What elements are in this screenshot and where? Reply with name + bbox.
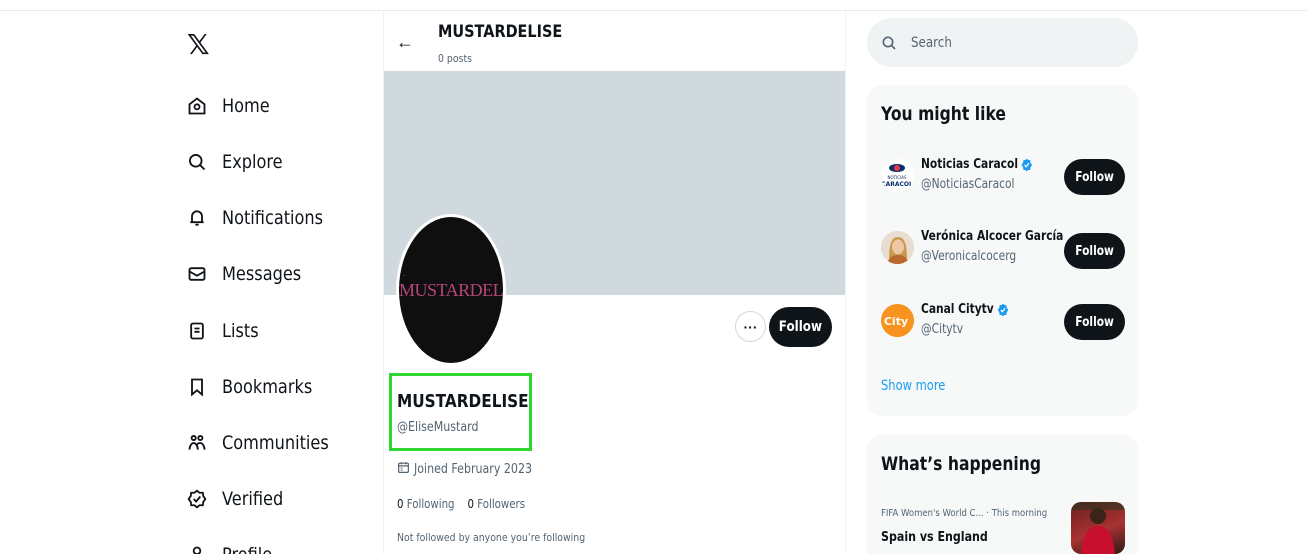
nav-item-bookmarks[interactable]: Bookmarks — [186, 371, 328, 403]
nav-label: Bookmarks — [222, 376, 313, 398]
search-input[interactable] — [911, 34, 1081, 51]
followers-count: 0 — [467, 497, 474, 511]
suggestion-name[interactable]: Noticias Caracol — [921, 157, 1033, 172]
nav-item-lists[interactable]: Lists — [186, 315, 265, 347]
follow-label: Follow — [1075, 243, 1114, 259]
suggestion-handle: @Citytv — [921, 322, 964, 337]
follow-button[interactable]: Follow — [769, 307, 832, 347]
suggestion-item[interactable]: Verónica Alcocer García @Veronicalcocerg… — [881, 229, 1131, 279]
person-icon — [186, 544, 208, 554]
followers-link[interactable]: 0 Followers — [467, 497, 525, 511]
follow-button-label: Follow — [778, 319, 823, 335]
header-title: MUSTARDELISE — [438, 22, 563, 42]
more-options-button[interactable]: ··· — [735, 311, 766, 342]
nav-label: Explore — [222, 151, 283, 173]
nav-label: Communities — [222, 432, 329, 454]
not-followed-note: Not followed by anyone you’re following — [397, 531, 586, 544]
trend-meta: FIFA Women's World C... · This morning — [881, 508, 1048, 519]
nav-item-verified[interactable]: Verified — [186, 483, 294, 515]
nav-item-profile[interactable]: Profile — [186, 539, 281, 554]
nav-label: Verified — [222, 488, 284, 510]
suggestion-name-text: Noticias Caracol — [921, 157, 1018, 172]
follow-stats: 0 Following 0 Followers — [397, 497, 525, 511]
following-link[interactable]: 0 Following — [397, 497, 455, 511]
verified-badge-icon — [1021, 158, 1033, 171]
search-icon — [186, 151, 208, 173]
avatar[interactable]: City — [881, 304, 914, 337]
avatar[interactable] — [881, 231, 914, 264]
suggestion-handle: @NoticiasCaracol — [921, 177, 1015, 192]
nav-label: Messages — [222, 263, 302, 285]
verified-icon — [186, 488, 208, 510]
joined-date: Joined February 2023 — [397, 461, 553, 478]
suggestion-name[interactable]: Verónica Alcocer García — [921, 229, 1063, 244]
profile-handle: @EliseMustard — [397, 420, 479, 435]
name-highlight-box — [389, 373, 532, 451]
column-divider-right — [845, 10, 846, 554]
trend-thumbnail[interactable] — [1071, 502, 1125, 554]
suggestion-item[interactable]: NOTICIAS CARACOL Noticias Caracol @Notici… — [881, 157, 1131, 207]
follow-button[interactable]: Follow — [1064, 233, 1125, 269]
suggestion-name-text: Canal Citytv — [921, 302, 994, 317]
search-icon — [881, 33, 901, 53]
svg-text:NOTICIAS: NOTICIAS — [887, 175, 906, 180]
nav-item-communities[interactable]: Communities — [186, 427, 348, 459]
svg-text:City: City — [884, 315, 908, 328]
follow-button[interactable]: Follow — [1064, 304, 1125, 340]
svg-text:CARACOL: CARACOL — [881, 181, 913, 188]
suggestion-name-text: Verónica Alcocer García — [921, 229, 1064, 244]
calendar-icon — [397, 461, 410, 478]
following-label: Following — [406, 497, 455, 511]
nav-label: Lists — [222, 320, 259, 342]
profile-name: MUSTARDELISE — [397, 391, 529, 412]
verified-badge-icon — [997, 303, 1009, 316]
joined-text: Joined February 2023 — [414, 462, 533, 477]
suggestion-handle: @Veronicalcocerg — [921, 249, 1017, 264]
top-divider — [0, 10, 1307, 11]
suggestion-item[interactable]: City Canal Citytv @Citytv Follow — [881, 302, 1131, 352]
envelope-icon — [186, 263, 208, 285]
avatar[interactable]: NOTICIAS CARACOL — [881, 159, 914, 192]
nav-item-notifications[interactable]: Notifications — [186, 202, 341, 234]
show-more-link[interactable]: Show more — [881, 378, 945, 394]
back-arrow-icon[interactable]: ← — [396, 32, 414, 53]
who-to-follow-title: You might like — [881, 103, 1006, 125]
header-post-count: 0 posts — [438, 52, 472, 65]
nav-item-explore[interactable]: Explore — [186, 146, 293, 178]
follow-label: Follow — [1075, 314, 1114, 330]
people-icon — [186, 432, 208, 454]
search-box[interactable] — [867, 18, 1138, 67]
avatar-small-logo-text: ~ — [403, 274, 406, 279]
trend-title[interactable]: Spain vs England — [881, 530, 988, 545]
nav-label: Profile — [222, 544, 272, 554]
follow-button[interactable]: Follow — [1064, 159, 1125, 195]
followers-label: Followers — [477, 497, 526, 511]
x-logo[interactable]: 𝕏 — [187, 31, 213, 59]
bookmark-icon — [186, 376, 208, 398]
list-icon — [186, 320, 208, 342]
avatar-logo-text: MUSTARDELISE — [399, 280, 504, 300]
nav-label: Notifications — [222, 207, 324, 229]
nav-label: Home — [222, 95, 270, 117]
follow-label: Follow — [1075, 169, 1114, 185]
whats-happening-title: What’s happening — [881, 453, 1042, 475]
home-icon — [186, 95, 208, 117]
profile-avatar[interactable]: ~ MUSTARDELISE — [396, 214, 506, 366]
following-count: 0 — [397, 497, 404, 511]
nav-item-messages[interactable]: Messages — [186, 258, 315, 290]
nav-item-home[interactable]: Home — [186, 90, 278, 122]
bell-icon — [186, 207, 208, 229]
suggestion-name[interactable]: Canal Citytv — [921, 302, 1009, 317]
